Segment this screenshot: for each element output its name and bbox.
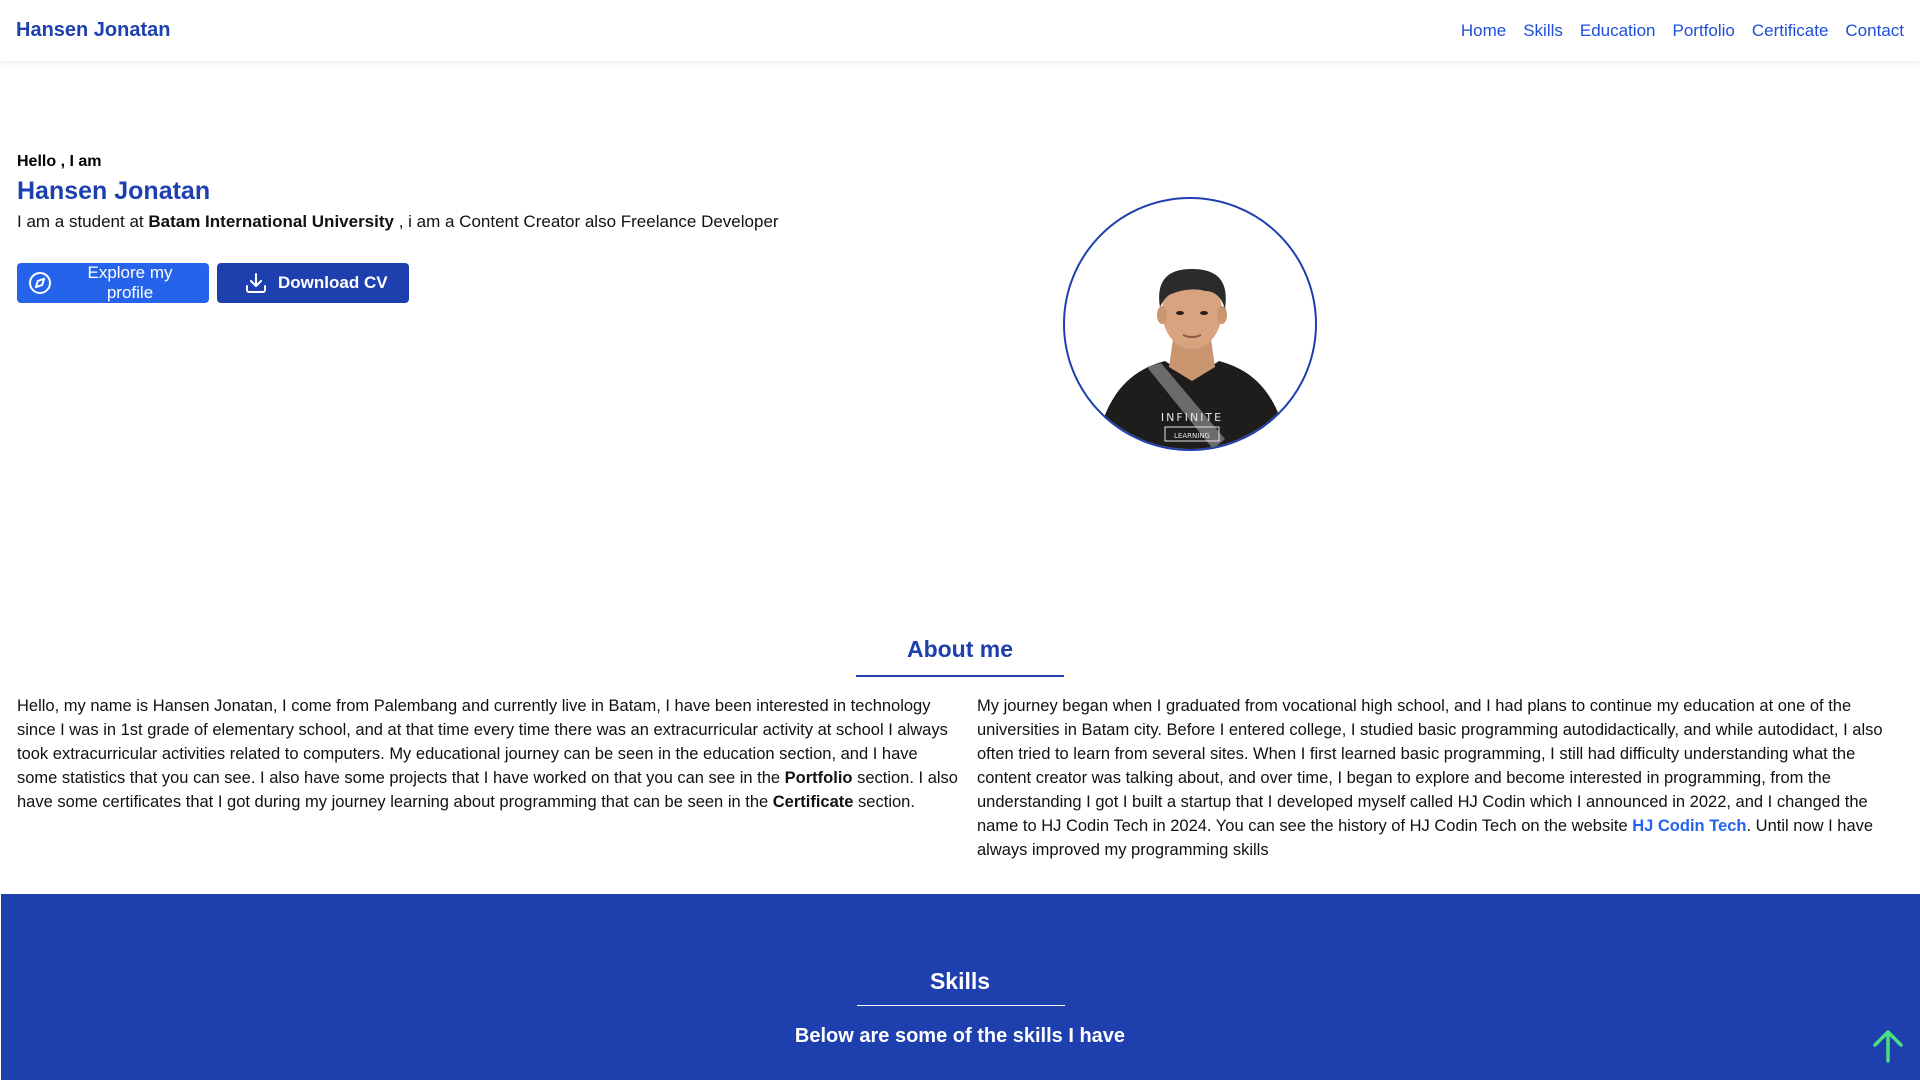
profile-avatar: INFINITE LEARNING	[1063, 197, 1317, 451]
hero-section: Hello , I am Hansen Jonatan I am a stude…	[17, 153, 917, 303]
explore-profile-label: Explore my profile	[87, 263, 173, 302]
skills-title: Skills	[929, 968, 991, 994]
about-left-part3: section.	[853, 793, 915, 811]
nav-link-skills[interactable]: Skills	[1523, 21, 1563, 41]
download-cv-label: Download CV	[278, 273, 388, 292]
about-title: About me	[906, 636, 1014, 662]
navbar: Hansen Jonatan Home Skills Education Por…	[0, 0, 1920, 61]
hero-buttons: Explore my profile Download CV	[17, 263, 409, 303]
about-right-part1: My journey began when I graduated from v…	[977, 697, 1883, 835]
hero-university: Batam International University	[148, 212, 394, 231]
about-title-underline	[856, 675, 1064, 677]
download-icon	[246, 273, 266, 293]
avatar-left-eye	[1176, 311, 1184, 315]
compass-icon	[29, 272, 51, 294]
hero-name: Hansen Jonatan	[17, 177, 211, 205]
hero-desc-suffix: , i am a Content Creator also Freelance …	[393, 212, 779, 231]
scroll-to-top-button[interactable]	[1869, 1028, 1907, 1064]
brand-logo[interactable]: Hansen Jonatan	[16, 19, 170, 42]
nav-link-home[interactable]: Home	[1461, 21, 1506, 41]
arrow-up-icon	[1873, 1030, 1903, 1063]
about-text-right: My journey began when I graduated from v…	[977, 694, 1907, 862]
nav-link-portfolio[interactable]: Portfolio	[1673, 21, 1735, 41]
about-certificate-bold: Certificate	[772, 793, 854, 811]
about-text-left: Hello, my name is Hansen Jonatan, I come…	[17, 694, 962, 814]
shirt-text-learning: LEARNING	[1174, 432, 1210, 440]
download-cv-button[interactable]: Download CV	[217, 263, 409, 303]
hero-desc-prefix: I am a student at	[17, 212, 149, 231]
skills-title-underline	[857, 1005, 1065, 1006]
nav-link-contact[interactable]: Contact	[1845, 21, 1904, 41]
avatar-right-eye	[1200, 311, 1208, 315]
hero-greeting: Hello , I am	[17, 153, 102, 170]
nav-links: Home Skills Education Portfolio Certific…	[1461, 21, 1904, 41]
avatar-left-ear	[1157, 306, 1167, 324]
profile-photo: INFINITE LEARNING	[1095, 269, 1289, 449]
skills-subtitle: Below are some of the skills I have	[794, 1025, 1126, 1047]
avatar-right-ear	[1217, 306, 1227, 324]
hero-description: I am a student at Batam International Un…	[17, 212, 917, 232]
about-portfolio-bold: Portfolio	[784, 769, 853, 787]
shirt-text-infinite: INFINITE	[1161, 411, 1223, 424]
nav-link-certificate[interactable]: Certificate	[1752, 21, 1829, 41]
hj-codin-tech-link[interactable]: HJ Codin Tech	[1632, 817, 1746, 835]
nav-link-education[interactable]: Education	[1580, 21, 1656, 41]
explore-profile-button[interactable]: Explore my profile	[17, 263, 209, 303]
